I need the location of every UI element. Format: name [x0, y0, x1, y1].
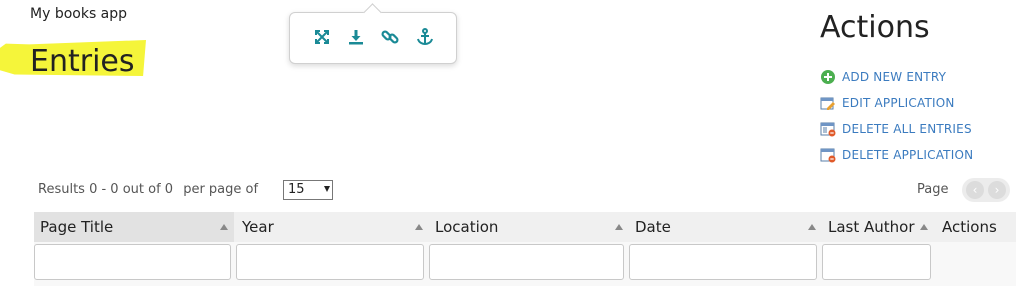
page-label: Page [917, 182, 949, 197]
delete-all-entries-link[interactable]: DELETE ALL ENTRIES [820, 116, 973, 142]
edit-application-label: EDIT APPLICATION [842, 96, 955, 110]
filter-year-input[interactable] [236, 244, 424, 280]
filter-last-author-input[interactable] [822, 244, 931, 280]
per-page-label: per page of [183, 182, 259, 197]
column-last-author[interactable]: Last Author [822, 212, 934, 242]
next-page-icon[interactable]: › [988, 181, 1006, 199]
per-page-select[interactable]: 15 [283, 180, 333, 200]
sort-icon [808, 224, 816, 230]
column-actions: Actions [936, 212, 1016, 242]
dropdown-arrow-icon [324, 186, 330, 192]
table-header: Page Title Year Location Date Last Autho… [34, 212, 1016, 242]
actions-title: Actions [820, 10, 930, 45]
link-icon[interactable] [380, 27, 400, 47]
anchor-icon[interactable] [415, 27, 435, 47]
fullscreen-icon[interactable] [312, 27, 332, 47]
column-location[interactable]: Location [429, 212, 629, 242]
sort-icon [415, 224, 423, 230]
edit-icon [820, 97, 835, 110]
column-label: Date [635, 218, 671, 236]
delete-app-icon [820, 148, 836, 163]
sort-icon [615, 224, 623, 230]
column-label: Actions [942, 218, 997, 236]
sort-icon [920, 224, 928, 230]
page-title-area: Entries [0, 38, 150, 80]
add-new-entry-label: ADD NEW ENTRY [842, 70, 947, 84]
delete-application-label: DELETE APPLICATION [842, 148, 974, 162]
pager: ‹ › [962, 178, 1010, 202]
filter-location-input[interactable] [429, 244, 624, 280]
filter-row [34, 242, 1016, 286]
prev-page-icon[interactable]: ‹ [966, 181, 984, 199]
column-label: Location [435, 218, 499, 236]
delete-all-entries-label: DELETE ALL ENTRIES [842, 122, 972, 136]
results-text: Results 0 - 0 out of 0 [38, 182, 174, 197]
app-name: My books app [30, 6, 128, 22]
filter-page-title-input[interactable] [34, 244, 231, 280]
toolbar-popover [289, 12, 457, 64]
results-summary: Results 0 - 0 out of 0 per page of [38, 182, 258, 197]
add-new-entry-link[interactable]: ADD NEW ENTRY [820, 64, 973, 90]
download-icon[interactable] [346, 27, 366, 47]
delete-application-link[interactable]: DELETE APPLICATION [820, 142, 973, 168]
column-label: Page Title [40, 218, 114, 236]
column-page-title[interactable]: Page Title [34, 212, 234, 242]
page-title: Entries [30, 44, 135, 79]
column-label: Year [242, 218, 274, 236]
edit-application-link[interactable]: EDIT APPLICATION [820, 90, 973, 116]
sort-icon [220, 224, 228, 230]
add-icon [821, 70, 835, 84]
filter-date-input[interactable] [629, 244, 817, 280]
column-date[interactable]: Date [629, 212, 822, 242]
delete-entries-icon [820, 122, 836, 137]
column-year[interactable]: Year [236, 212, 429, 242]
actions-list: ADD NEW ENTRY EDIT APPLICATION DELETE AL… [820, 64, 973, 168]
column-label: Last Author [828, 218, 915, 236]
per-page-value: 15 [288, 182, 305, 197]
